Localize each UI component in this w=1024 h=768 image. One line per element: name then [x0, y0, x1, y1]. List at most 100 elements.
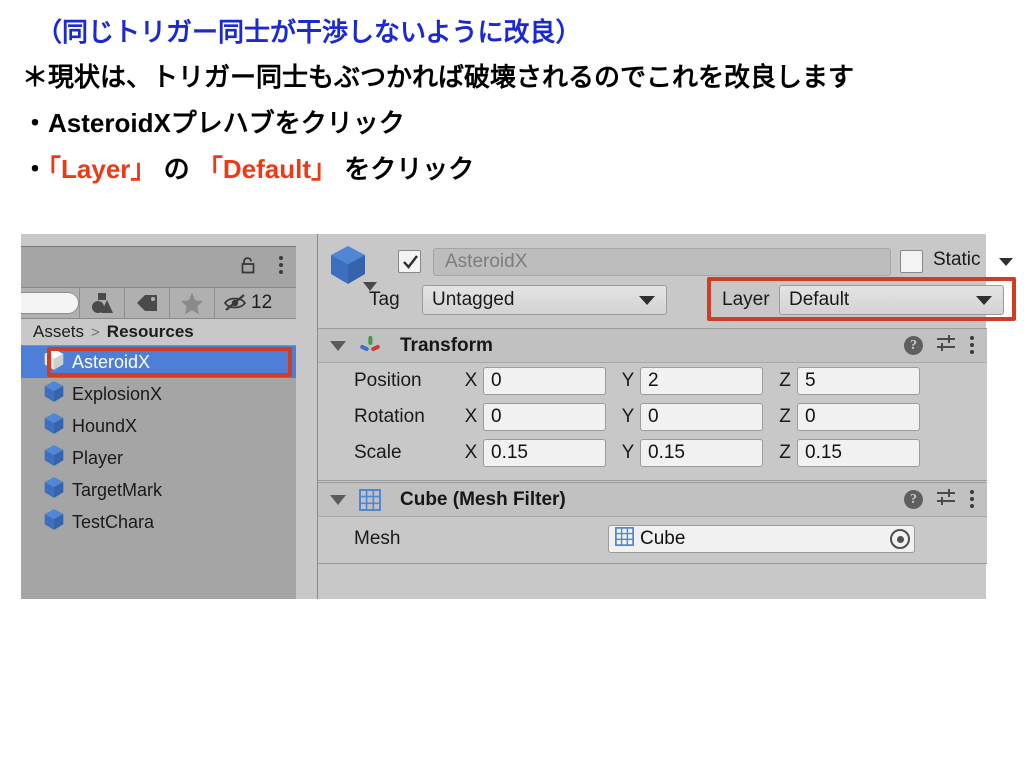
axis-letter-z: Z [779, 406, 791, 427]
axis-letter-z: Z [779, 370, 791, 391]
preset-sliders-icon[interactable] [936, 334, 956, 357]
layer-value: Default [789, 289, 850, 310]
shapes-filter-icon[interactable] [79, 288, 124, 318]
transform-header[interactable]: Transform ? [318, 329, 987, 363]
transform-rows: Position X 0 Y 2 Z 5 Rotation X 0 Y 0 Z 0 Scale X 0.15 Y 0… [318, 363, 987, 471]
breadcrumb-assets[interactable]: Assets [33, 322, 84, 342]
transform-menu-icon[interactable] [969, 335, 975, 356]
rotation-x-input[interactable]: 0 [483, 403, 606, 431]
instruction-line-1: （同じトリガー同士が干渉しないように改良） [36, 17, 582, 47]
mesh-value: Cube [640, 528, 686, 549]
project-panel: 12 Assets > Resources AsteroidX Explosio… [21, 234, 296, 599]
asset-label: ExplosionX [72, 383, 163, 404]
layer-dropdown[interactable]: Default [779, 285, 1004, 315]
asset-row-houndx[interactable]: HoundX [21, 410, 296, 442]
static-checkbox[interactable] [900, 250, 923, 273]
star-favorite-icon[interactable] [169, 288, 214, 318]
prefab-cube-icon [43, 348, 65, 376]
layer-label: Layer [722, 289, 770, 310]
mesh-object-field[interactable]: Cube [608, 525, 915, 553]
lock-icon[interactable] [240, 257, 256, 274]
prefab-cube-icon [43, 412, 65, 440]
mesh-filter-component: Cube (Mesh Filter) ? Mesh Cube [318, 482, 987, 564]
line4-middle: の [156, 154, 197, 184]
mesh-filter-menu-icon[interactable] [969, 489, 975, 510]
asset-row-explosionx[interactable]: ExplosionX [21, 378, 296, 410]
transform-row-position: Position X 0 Y 2 Z 5 [318, 363, 987, 399]
preset-sliders-icon[interactable] [936, 488, 956, 511]
foldout-triangle-icon[interactable] [330, 340, 346, 351]
transform-row-label: Scale [354, 442, 402, 463]
tag-label: Tag [369, 289, 400, 310]
asset-row-targetmark[interactable]: TargetMark [21, 474, 296, 506]
transform-row-scale: Scale X 0.15 Y 0.15 Z 0.15 [318, 435, 987, 471]
mesh-row: Mesh Cube [318, 517, 987, 561]
gameobject-name-input[interactable]: AsteroidX [433, 248, 891, 276]
mesh-grid-icon [358, 488, 382, 512]
axis-letter-y: Y [621, 406, 635, 427]
axis-group: X0Y0Z0 [464, 403, 930, 431]
breadcrumb-resources[interactable]: Resources [107, 322, 194, 342]
axis-letter-x: X [464, 442, 478, 463]
unity-editor-screenshot: 12 Assets > Resources AsteroidX Explosio… [21, 234, 1016, 599]
scale-z-input[interactable]: 0.15 [797, 439, 920, 467]
prefab-cube-icon [43, 508, 65, 536]
position-x-input[interactable]: 0 [483, 367, 606, 395]
project-panel-titlebar [21, 247, 296, 287]
project-toolbar: 12 [21, 287, 296, 319]
hidden-count-button[interactable]: 12 [214, 288, 296, 318]
prefab-cube-icon [43, 380, 65, 408]
position-z-input[interactable]: 5 [797, 367, 920, 395]
mesh-filter-header-icons: ? [904, 483, 975, 516]
tag-value: Untagged [432, 289, 515, 310]
asset-row-asteroidx[interactable]: AsteroidX [21, 346, 296, 378]
axis-letter-z: Z [779, 442, 791, 463]
search-input[interactable] [21, 292, 79, 314]
axis-group: X 0.15 Y 0.15 Z 0.15 [464, 439, 930, 467]
prefab-cube-icon [43, 476, 65, 504]
foldout-triangle-icon[interactable] [330, 494, 346, 505]
transform-row-label: Position [354, 370, 422, 391]
scale-x-input[interactable]: 0.15 [483, 439, 606, 467]
mesh-filter-title: Cube (Mesh Filter) [400, 488, 566, 510]
static-label: Static [933, 249, 981, 270]
hidden-count-label: 12 [251, 292, 273, 313]
transform-title: Transform [400, 334, 493, 356]
transform-component: Transform ? Position X 0 Y 2 Z 5 Rotatio… [318, 328, 987, 481]
axis-letter-y: Y [621, 370, 635, 391]
inspector-body: AsteroidX Static Tag Untagged Layer Defa… [317, 234, 1016, 599]
asset-label: TestChara [72, 511, 155, 532]
tag-label-icon[interactable] [124, 288, 169, 318]
instruction-line-3: ・AsteroidXプレハブをクリック [22, 108, 405, 138]
transform-header-icons: ? [904, 329, 975, 362]
transform-axis-icon [358, 334, 382, 358]
slide-root: （同じトリガー同士が干渉しないように改良） ＊現状は、トリガー同士もぶつかれば破… [0, 0, 1024, 768]
instruction-line-4: ・「Layer」 の 「Default」 をクリック [22, 149, 474, 186]
line4-suffix: をクリック [336, 154, 475, 184]
asset-row-player[interactable]: Player [21, 442, 296, 474]
static-dropdown-caret-icon[interactable] [999, 258, 1013, 266]
layer-keyword: 「Layer」 [48, 154, 157, 184]
scale-y-input[interactable]: 0.15 [640, 439, 763, 467]
bullet-marker: ・ [22, 154, 49, 184]
chevron-down-icon [639, 296, 655, 305]
rotation-y-input[interactable]: 0 [640, 403, 763, 431]
object-picker-icon[interactable] [890, 529, 910, 549]
project-menu-icon[interactable] [278, 256, 284, 276]
help-icon[interactable]: ? [904, 490, 923, 509]
gameobject-enabled-checkbox[interactable] [398, 250, 421, 273]
help-icon[interactable]: ? [904, 336, 923, 355]
position-y-input[interactable]: 2 [640, 367, 763, 395]
project-tab-strip [21, 234, 296, 247]
tag-dropdown[interactable]: Untagged [422, 285, 667, 315]
rotation-z-input[interactable]: 0 [797, 403, 920, 431]
prefab-cube-icon [43, 444, 65, 472]
mesh-grid-icon [615, 526, 634, 552]
axis-letter-y: Y [621, 442, 635, 463]
axis-letter-x: X [464, 370, 478, 391]
transform-row-label: Rotation [354, 406, 425, 427]
inspector-panel: AsteroidX Static Tag Untagged Layer Defa… [296, 234, 1016, 599]
mesh-filter-header[interactable]: Cube (Mesh Filter) ? [318, 483, 987, 517]
asset-list: AsteroidX ExplosionX HoundX Player Targe… [21, 346, 296, 599]
asset-row-testchara[interactable]: TestChara [21, 506, 296, 538]
